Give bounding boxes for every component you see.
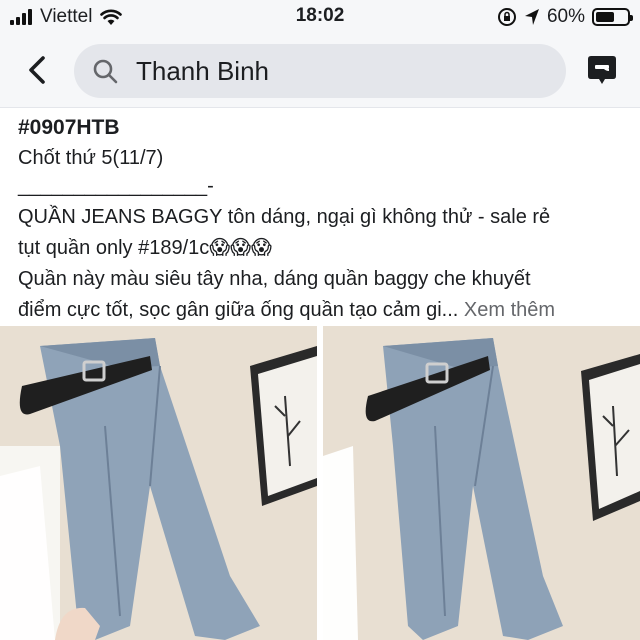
messenger-icon[interactable] <box>584 52 620 88</box>
post-body: #0907HTB Chốt thứ 5(11/7) ______________… <box>18 112 628 326</box>
jeans-image-1 <box>0 326 317 640</box>
status-right: 60% <box>497 6 633 28</box>
status-bar: Viettel 18:02 60% <box>0 0 640 34</box>
search-icon <box>93 59 118 84</box>
rotation-lock-icon <box>497 8 516 26</box>
jeans-photo-1[interactable] <box>0 326 317 640</box>
search-input[interactable]: Thanh Binh <box>74 44 566 98</box>
location-arrow-icon <box>524 9 539 25</box>
post-code: #0907HTB <box>18 116 120 139</box>
battery-icon <box>592 8 633 26</box>
post-divider: _________________- <box>18 175 214 197</box>
battery-percent: 60% <box>546 6 585 27</box>
post-line-truncated: điểm cực tốt, sọc gân giữa ống quần tạo … <box>18 299 464 321</box>
post-line-price: tụt quần only #189/1c😱😱😱 <box>18 237 272 259</box>
post-deadline: Chốt thứ 5(11/7) <box>18 147 164 169</box>
post-line-description-2: điểm cực tốt, sọc gân giữa ống quần tạo … <box>18 295 628 326</box>
post-line-title: QUẦN JEANS BAGGY tôn dáng, ngại gì không… <box>18 206 551 228</box>
jeans-photo-2[interactable] <box>323 326 640 640</box>
see-more-link[interactable]: Xem thêm <box>464 299 555 321</box>
chevron-left-icon[interactable] <box>22 52 52 88</box>
post-line-description: Quần này màu siêu tây nha, dáng quần bag… <box>18 268 531 290</box>
jeans-image-2 <box>323 326 640 640</box>
search-value: Thanh Binh <box>136 56 269 86</box>
battery-fill <box>596 12 614 22</box>
search-header: Thanh Binh <box>0 34 640 108</box>
